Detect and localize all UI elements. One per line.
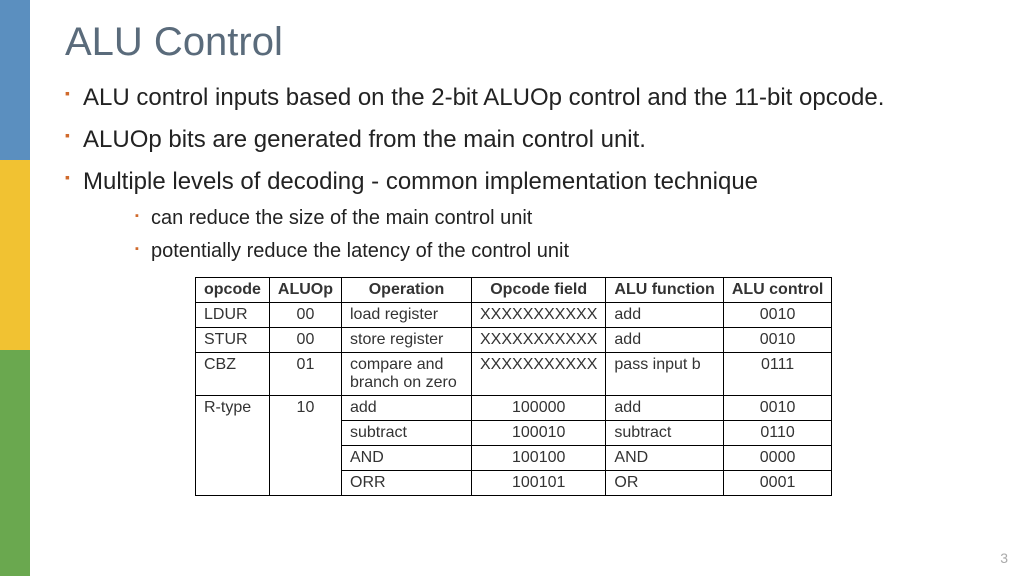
table-row: STUR 00 store register XXXXXXXXXXX add 0… bbox=[196, 328, 832, 353]
cell-opcode: CBZ bbox=[196, 353, 270, 396]
cell-opcode: STUR bbox=[196, 328, 270, 353]
sidebar-stripe-green bbox=[0, 350, 30, 576]
col-alu-control: ALU control bbox=[723, 278, 832, 303]
cell-ctrl: 0001 bbox=[723, 471, 832, 496]
table-row: LDUR 00 load register XXXXXXXXXXX add 00… bbox=[196, 303, 832, 328]
sidebar-stripe-blue bbox=[0, 0, 30, 160]
slide: ALU Control ALU control inputs based on … bbox=[0, 0, 1024, 576]
cell-func: AND bbox=[606, 446, 723, 471]
bullet-item: ALUOp bits are generated from the main c… bbox=[65, 125, 994, 155]
cell-field: XXXXXXXXXXX bbox=[472, 353, 606, 396]
content-area: ALU Control ALU control inputs based on … bbox=[65, 20, 994, 496]
cell-ctrl: 0000 bbox=[723, 446, 832, 471]
cell-field: XXXXXXXXXXX bbox=[472, 328, 606, 353]
cell-ctrl: 0110 bbox=[723, 421, 832, 446]
page-number: 3 bbox=[1000, 550, 1008, 566]
cell-ctrl: 0111 bbox=[723, 353, 832, 396]
cell-operation: AND bbox=[342, 446, 472, 471]
cell-ctrl: 0010 bbox=[723, 303, 832, 328]
cell-field: 100000 bbox=[472, 396, 606, 421]
cell-opcode: R-type bbox=[196, 396, 270, 496]
alu-table: opcode ALUOp Operation Opcode field ALU … bbox=[195, 277, 832, 496]
col-opcode-field: Opcode field bbox=[472, 278, 606, 303]
cell-func: pass input b bbox=[606, 353, 723, 396]
sub-bullet-list: can reduce the size of the main control … bbox=[135, 205, 994, 265]
cell-operation: store register bbox=[342, 328, 472, 353]
bullet-item: Multiple levels of decoding - common imp… bbox=[65, 167, 994, 265]
cell-ctrl: 0010 bbox=[723, 396, 832, 421]
col-alu-function: ALU function bbox=[606, 278, 723, 303]
cell-aluop: 00 bbox=[269, 328, 341, 353]
table-header-row: opcode ALUOp Operation Opcode field ALU … bbox=[196, 278, 832, 303]
cell-field: XXXXXXXXXXX bbox=[472, 303, 606, 328]
cell-operation: load register bbox=[342, 303, 472, 328]
sidebar-stripe-yellow bbox=[0, 160, 30, 350]
bullet-text: Multiple levels of decoding - common imp… bbox=[83, 168, 758, 195]
sub-bullet-item: can reduce the size of the main control … bbox=[135, 205, 994, 232]
cell-aluop: 10 bbox=[269, 396, 341, 496]
bullet-item: ALU control inputs based on the 2-bit AL… bbox=[65, 83, 994, 113]
cell-operation: subtract bbox=[342, 421, 472, 446]
cell-operation: compare and branch on zero bbox=[342, 353, 472, 396]
cell-func: add bbox=[606, 303, 723, 328]
cell-operation: ORR bbox=[342, 471, 472, 496]
slide-title: ALU Control bbox=[65, 20, 994, 65]
cell-func: subtract bbox=[606, 421, 723, 446]
cell-field: 100101 bbox=[472, 471, 606, 496]
col-opcode: opcode bbox=[196, 278, 270, 303]
col-aluop: ALUOp bbox=[269, 278, 341, 303]
cell-ctrl: 0010 bbox=[723, 328, 832, 353]
col-operation: Operation bbox=[342, 278, 472, 303]
sub-bullet-item: potentially reduce the latency of the co… bbox=[135, 238, 994, 265]
cell-field: 100100 bbox=[472, 446, 606, 471]
table-row: CBZ 01 compare and branch on zero XXXXXX… bbox=[196, 353, 832, 396]
cell-operation: add bbox=[342, 396, 472, 421]
bullet-list: ALU control inputs based on the 2-bit AL… bbox=[65, 83, 994, 265]
cell-func: OR bbox=[606, 471, 723, 496]
table-row: R-type 10 add 100000 add 0010 bbox=[196, 396, 832, 421]
cell-aluop: 01 bbox=[269, 353, 341, 396]
cell-func: add bbox=[606, 396, 723, 421]
cell-func: add bbox=[606, 328, 723, 353]
cell-aluop: 00 bbox=[269, 303, 341, 328]
cell-opcode: LDUR bbox=[196, 303, 270, 328]
cell-field: 100010 bbox=[472, 421, 606, 446]
